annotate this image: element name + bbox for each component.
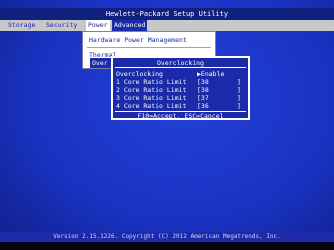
field-bracket: ] bbox=[237, 102, 241, 110]
version-status-bar: Version 2.15.1226. Copyright (C) 2012 Am… bbox=[0, 232, 334, 242]
field-bracket: ] bbox=[237, 86, 241, 94]
menu-bar: Storage Security Power Advanced bbox=[0, 20, 334, 31]
menu-advanced[interactable]: Advanced bbox=[112, 20, 148, 31]
overclocking-select[interactable]: ▶Enable bbox=[197, 70, 224, 78]
row-label: Overclocking bbox=[116, 70, 163, 78]
core-ratio-field[interactable]: [37 bbox=[197, 94, 209, 102]
bios-screen: Hewlett-Packard Setup Utility Storage Se… bbox=[0, 0, 334, 250]
row-label: 3 Core Ratio Limit bbox=[116, 94, 187, 102]
row-label: 2 Core Ratio Limit bbox=[116, 86, 187, 94]
menu-storage[interactable]: Storage bbox=[6, 20, 37, 31]
monitor-bezel bbox=[0, 242, 334, 250]
row-label: 4 Core Ratio Limit bbox=[116, 102, 187, 110]
core-ratio-field[interactable]: [36 bbox=[197, 102, 209, 110]
menu-security[interactable]: Security bbox=[44, 20, 79, 31]
setup-utility-title: Hewlett-Packard Setup Utility bbox=[0, 8, 334, 20]
field-bracket: ] bbox=[237, 94, 241, 102]
menu-item-hardware-power-management[interactable]: Hardware Power Management bbox=[89, 36, 187, 45]
core-ratio-field[interactable]: [38 bbox=[197, 78, 209, 86]
overclocking-dialog: Overclocking Overclocking ▶Enable 1 Core… bbox=[111, 56, 250, 120]
menu-power[interactable]: Power bbox=[86, 20, 110, 31]
menu-divider bbox=[87, 47, 211, 48]
field-bracket: ] bbox=[237, 78, 241, 86]
row-label: 1 Core Ratio Limit bbox=[116, 78, 187, 86]
dialog-footer-hint: F10=Accept, ESC=Cancel bbox=[137, 112, 224, 120]
dialog-title-divider bbox=[115, 67, 246, 68]
dialog-title: Overclocking bbox=[157, 59, 204, 67]
core-ratio-field[interactable]: [38 bbox=[197, 86, 209, 94]
